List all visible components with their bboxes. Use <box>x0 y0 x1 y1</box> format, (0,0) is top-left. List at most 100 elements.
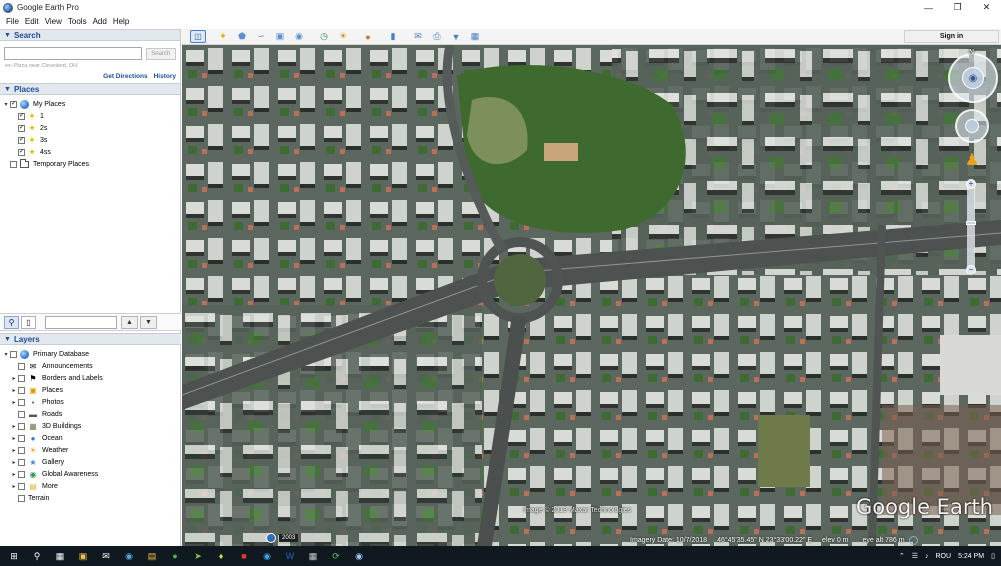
edge-icon[interactable]: ◉ <box>120 547 138 565</box>
move-up-icon[interactable]: ▲ <box>121 315 138 329</box>
layer-item[interactable]: ▸ ▦ 3D Buildings <box>0 420 181 432</box>
collapse-icon[interactable]: ▾ <box>2 351 10 358</box>
collapse-icon[interactable]: ▾ <box>2 101 10 108</box>
windows-start-icon[interactable]: ⊞ <box>5 547 23 565</box>
search-input[interactable] <box>4 47 142 60</box>
expand-icon[interactable]: ▸ <box>10 435 18 442</box>
checkbox[interactable] <box>18 434 25 442</box>
app-icon[interactable]: ■ <box>235 547 253 565</box>
checkbox[interactable] <box>18 398 25 406</box>
expand-icon[interactable]: ▸ <box>10 459 18 466</box>
street-view-pegman-icon[interactable]: ♟ <box>965 149 979 171</box>
search-icon[interactable]: ⚲ <box>28 547 46 565</box>
tree-item-temporary-places[interactable]: Temporary Places <box>0 158 180 170</box>
menu-tools[interactable]: Tools <box>68 17 87 26</box>
expand-icon[interactable]: ▸ <box>10 471 18 478</box>
checkbox[interactable] <box>18 362 25 370</box>
checkbox[interactable]: ✓ <box>18 136 25 144</box>
checkbox[interactable]: ✓ <box>10 100 17 108</box>
layer-item[interactable]: ▸ ● Ocean <box>0 432 181 444</box>
layer-item[interactable]: ▸ ★ Gallery <box>0 456 181 468</box>
planets-icon[interactable]: ● <box>360 30 376 43</box>
layer-item[interactable]: ▸ ⚑ Borders and Labels <box>0 372 181 384</box>
expand-icon[interactable]: ▸ <box>10 375 18 382</box>
app-icon[interactable]: ➤ <box>189 547 207 565</box>
add-placemark-icon[interactable]: ✦ <box>215 30 231 43</box>
move-down-icon[interactable]: ▼ <box>140 315 157 329</box>
email-icon[interactable]: ✉ <box>410 30 426 43</box>
add-polygon-icon[interactable]: ⬟ <box>234 30 250 43</box>
app-icon[interactable]: ♦ <box>212 547 230 565</box>
search-section-header[interactable]: ▼ Search <box>0 29 180 41</box>
print-icon[interactable]: ⎙ <box>429 30 445 43</box>
task-view-icon[interactable]: ▦ <box>51 547 69 565</box>
checkbox[interactable] <box>18 458 25 466</box>
historical-imagery-icon[interactable]: ◷ <box>316 30 332 43</box>
add-overlay-icon[interactable]: ▣ <box>272 30 288 43</box>
tree-item-place[interactable]: ✓ ✦ 2s <box>0 122 180 134</box>
places-filter-input[interactable] <box>45 315 117 329</box>
add-path-icon[interactable]: ∽ <box>253 30 269 43</box>
tree-item-place[interactable]: ✓ ✦ 3s <box>0 134 180 146</box>
sidebar-toggle-icon[interactable]: ◫ <box>190 30 206 43</box>
layer-item[interactable]: ▸ ▣ Places <box>0 384 181 396</box>
checkbox[interactable] <box>18 446 25 454</box>
expand-icon[interactable]: ▸ <box>10 399 18 406</box>
notifications-icon[interactable]: ▯ <box>991 552 995 560</box>
checkbox[interactable] <box>18 470 25 478</box>
layer-item[interactable]: ▸ ☀ Weather <box>0 444 181 456</box>
checkbox[interactable] <box>10 350 17 358</box>
tree-item-my-places[interactable]: ▾ ✓ My Places <box>0 98 180 110</box>
sign-in-button[interactable]: Sign in <box>904 30 999 43</box>
checkbox[interactable] <box>18 494 25 502</box>
layer-item[interactable]: ▸ ▤ More <box>0 480 181 492</box>
tray-chevron-icon[interactable]: ⌃ <box>899 552 905 560</box>
search-button[interactable]: Search <box>145 47 176 60</box>
store-icon[interactable]: ▣ <box>74 547 92 565</box>
layer-item-terrain[interactable]: Terrain <box>0 492 181 504</box>
expand-icon[interactable]: ▸ <box>10 447 18 454</box>
minimize-button[interactable]: — <box>914 0 943 15</box>
view-in-maps-icon[interactable]: ▦ <box>467 30 483 43</box>
checkbox[interactable]: ✓ <box>18 148 25 156</box>
mail-icon[interactable]: ✉ <box>97 547 115 565</box>
places-section-header[interactable]: ▼ Places <box>0 83 180 95</box>
get-directions-link[interactable]: Get Directions <box>103 73 147 80</box>
word-icon[interactable]: W <box>281 547 299 565</box>
menu-file[interactable]: File <box>6 17 19 26</box>
menu-view[interactable]: View <box>45 17 62 26</box>
clock-time[interactable]: 5:24 PM <box>958 553 984 560</box>
tree-item-place[interactable]: ✓ ✦ 1 <box>0 110 180 122</box>
checkbox[interactable]: ✓ <box>18 124 25 132</box>
volume-icon[interactable]: ♪ <box>925 553 929 560</box>
maximize-button[interactable]: ❐ <box>943 0 972 15</box>
close-button[interactable]: ✕ <box>972 0 1001 15</box>
checkbox[interactable]: ✓ <box>18 112 25 120</box>
language-indicator[interactable]: ROU <box>936 553 952 560</box>
chrome-icon[interactable]: ● <box>166 547 184 565</box>
history-link[interactable]: History <box>154 73 176 80</box>
menu-help[interactable]: Help <box>113 17 129 26</box>
zoom-in-icon[interactable]: + <box>966 179 976 189</box>
layer-item[interactable]: ✉ Announcements <box>0 360 181 372</box>
historical-year-badge[interactable]: 2003 <box>266 532 299 543</box>
menu-edit[interactable]: Edit <box>25 17 39 26</box>
tree-item-place[interactable]: ✓ ✦ 4ss <box>0 146 180 158</box>
earth-map-view[interactable]: ◉ N ♟ + − Google Earth Image © 2019 Maxa… <box>182 45 1001 546</box>
save-image-icon[interactable]: ▼ <box>448 30 464 43</box>
layer-item[interactable]: ▬ Roads <box>0 408 181 420</box>
sidebar-toggle-icon[interactable]: ▯ <box>21 315 36 329</box>
layer-item[interactable]: ▸ ▪ Photos <box>0 396 181 408</box>
checkbox[interactable] <box>18 482 25 490</box>
zoom-slider[interactable]: + − <box>966 179 976 275</box>
photos-icon[interactable]: ▦ <box>304 547 322 565</box>
look-joystick[interactable]: ◉ <box>948 53 998 103</box>
checkbox[interactable] <box>18 422 25 430</box>
google-earth-taskbar-icon[interactable]: ◉ <box>350 547 368 565</box>
search-places-icon[interactable]: ⚲ <box>4 315 19 329</box>
expand-icon[interactable]: ▸ <box>10 387 18 394</box>
app-icon[interactable]: ⟳ <box>327 547 345 565</box>
checkbox[interactable] <box>10 160 17 168</box>
wifi-icon[interactable]: ☰ <box>912 552 918 560</box>
record-tour-icon[interactable]: ◉ <box>291 30 307 43</box>
